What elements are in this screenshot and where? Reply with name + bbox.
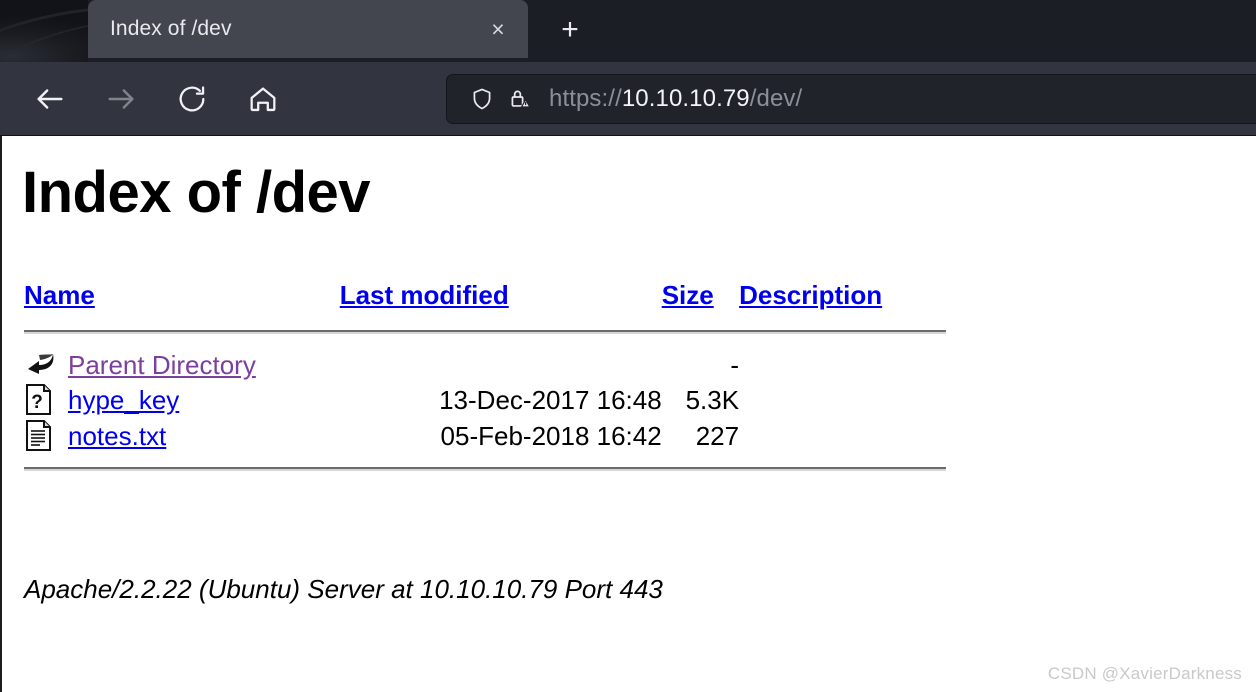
row-date-cell: 05-Feb-2018 16:42 [440,420,662,451]
arrow-left-icon [33,82,67,116]
home-icon [247,83,279,115]
row-description-cell [739,418,946,454]
sort-by-description-link[interactable]: Description [739,280,882,310]
sort-by-size-link[interactable]: Size [662,280,714,310]
close-icon[interactable]: × [478,9,518,49]
link-parent-directory[interactable]: Parent Directory [68,350,256,380]
url-host: 10.10.10.79 [621,85,750,112]
row-date-cell: 13-Dec-2017 16:48 [439,384,662,415]
shield-icon[interactable] [463,80,501,118]
header-rule-cell [24,317,946,349]
table-row[interactable]: notes.txt 05-Feb-2018 16:42 227 [24,418,946,454]
address-bar[interactable]: https://10.10.10.79/dev/ [446,74,1256,124]
table-header-row: Name Last modified Size Description [24,280,946,317]
link-notes.txt[interactable]: notes.txt [68,421,166,451]
sort-by-name-link[interactable]: Name [24,280,95,310]
row-size-cell: - [730,350,740,380]
page-viewport: Index of /dev Name Last modified Size De… [0,135,1256,692]
row-name-cell[interactable]: Parent Directory [68,349,340,382]
tab-strip: Index of /dev × + [0,0,1256,62]
new-tab-button[interactable]: + [548,8,592,52]
url-path: /dev/ [749,85,803,112]
text-file-icon [24,419,68,453]
row-name-cell[interactable]: notes.txt [68,418,340,454]
url-scheme: https:// [549,85,622,112]
url-text: https://10.10.10.79/dev/ [549,85,802,113]
column-header-name[interactable]: Name [24,280,340,317]
link-hype_key[interactable]: hype_key [68,385,179,415]
server-signature: Apache/2.2.22 (Ubuntu) Server at 10.10.1… [24,574,663,604]
svg-text:?: ? [31,392,43,413]
parent-directory-icon [24,351,68,381]
row-description-cell [739,349,946,382]
column-header-size[interactable]: Size [662,280,739,317]
row-name-cell[interactable]: hype_key [68,382,340,418]
lock-warning-icon[interactable] [501,80,539,118]
sort-by-date-link[interactable]: Last modified [340,280,509,310]
footer-rule-row [24,454,946,486]
header-rule-row [24,317,946,349]
arrow-right-icon [104,82,138,116]
directory-listing-table: Name Last modified Size Description Pare… [24,280,946,486]
row-icon-cell [24,349,68,382]
navigation-toolbar: https://10.10.10.79/dev/ [0,62,1256,135]
row-size-cell: 227 [695,420,740,451]
row-icon-cell [24,418,68,454]
reload-icon [176,83,208,115]
column-header-last-modified[interactable]: Last modified [340,280,662,317]
back-button[interactable] [26,75,74,123]
row-description-cell [739,382,946,418]
unknown-file-icon: ? [24,383,68,417]
reload-button[interactable] [168,75,216,123]
browser-window: Index of /dev × + https://10.10.10.79/de… [0,0,1256,692]
apache-directory-index: Index of /dev Name Last modified Size De… [2,136,1256,692]
column-header-description[interactable]: Description [739,280,946,317]
horizontal-rule-top [24,330,946,334]
horizontal-rule-bottom [24,467,946,471]
home-button[interactable] [239,75,287,123]
table-row[interactable]: Parent Directory - [24,349,946,382]
row-size-cell: 5.3K [685,384,740,415]
row-icon-cell: ? [24,382,68,418]
row-date-cell [340,349,662,382]
table-row[interactable]: ? hype_key 13-Dec-2017 16:48 5.3K [24,382,946,418]
tab-title: Index of /dev [110,17,232,40]
watermark-text: CSDN @XavierDarkness [1047,664,1242,683]
page-title: Index of /dev [22,160,371,225]
footer-rule-cell [24,454,946,486]
desktop-wallpaper-backdrop [0,0,88,62]
tab-index-of-dev[interactable]: Index of /dev × [88,0,528,58]
forward-button[interactable] [97,75,145,123]
